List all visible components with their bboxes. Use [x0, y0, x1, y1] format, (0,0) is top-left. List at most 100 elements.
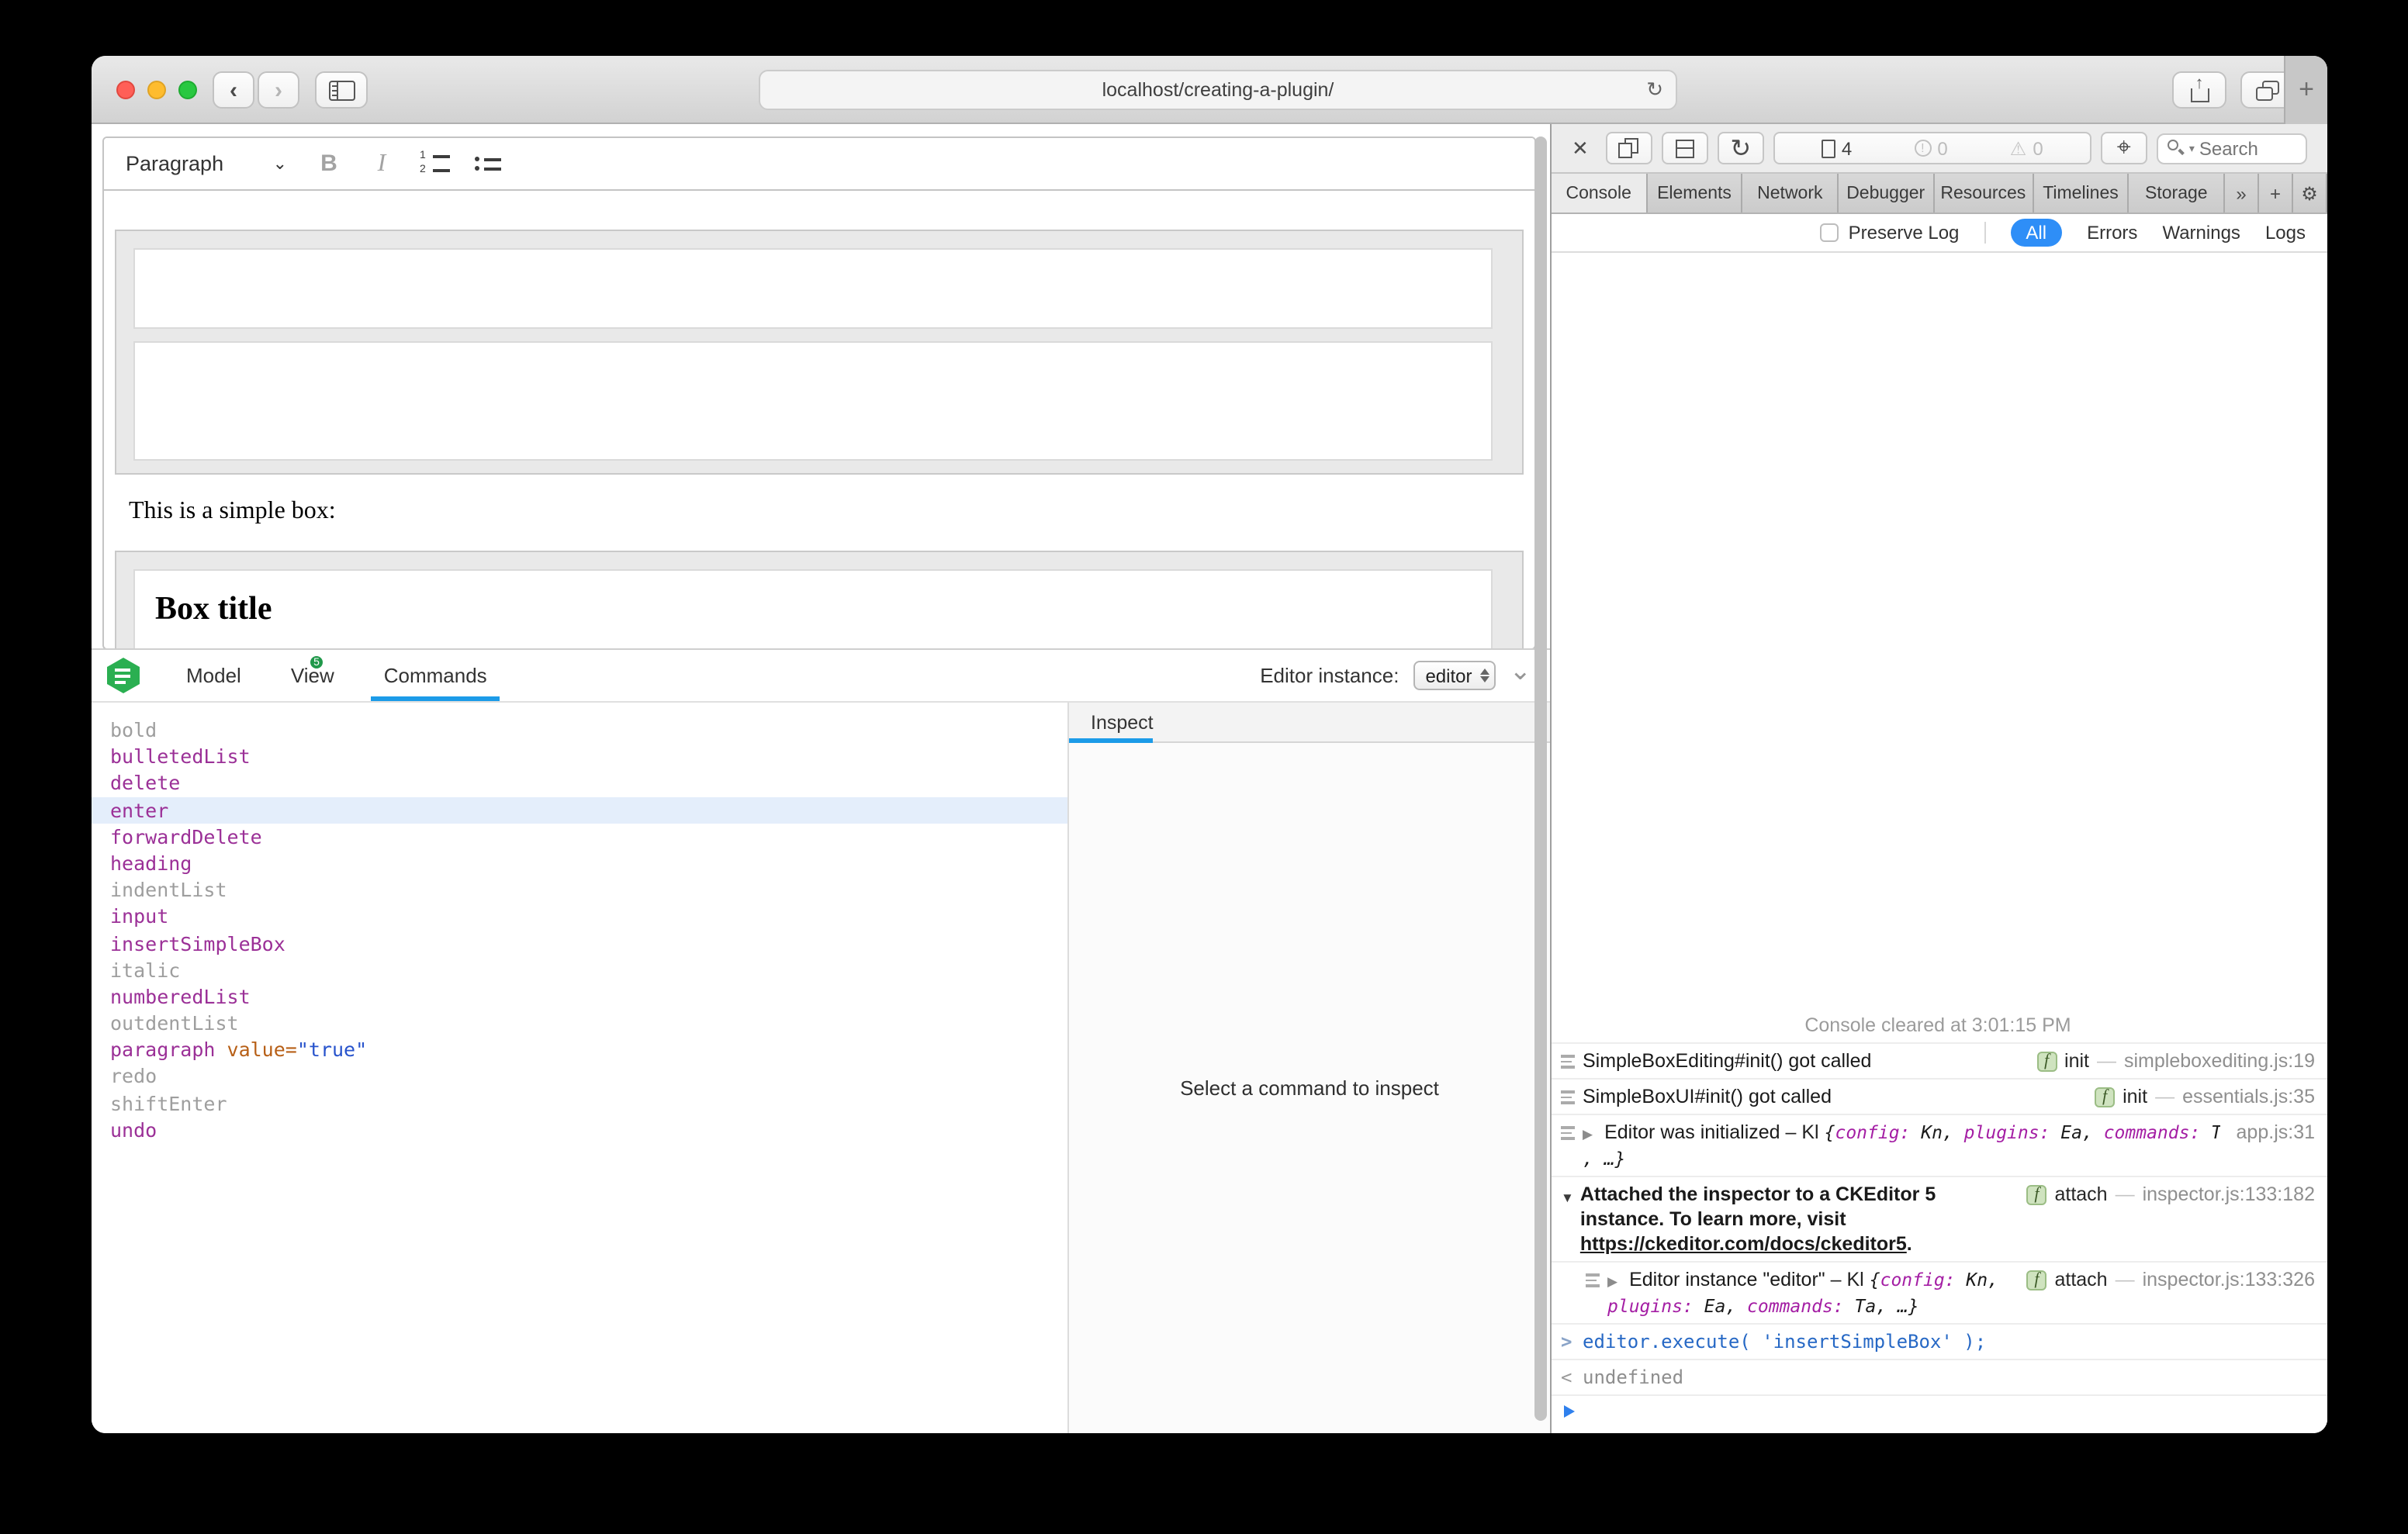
tab-overview-icon — [2256, 80, 2279, 100]
heading-dropdown[interactable]: Paragraph ⌄ — [104, 138, 303, 189]
editor-instance-select[interactable]: editor — [1413, 661, 1495, 690]
box-title-text[interactable]: Box title — [135, 571, 1491, 628]
dock-inspector-button[interactable] — [1662, 132, 1708, 164]
source-location-link[interactable]: inspector.js:133:182 — [2143, 1182, 2315, 1207]
error-icon: ! — [1914, 140, 1931, 157]
address-bar: ↻ — [759, 70, 1677, 110]
tab-elements[interactable]: Elements — [1647, 174, 1742, 212]
warning-count[interactable]: ⚠ 0 — [2010, 137, 2043, 159]
italic-icon: I — [378, 150, 386, 178]
function-badge-icon: f — [2036, 1051, 2057, 1071]
filter-all[interactable]: All — [2010, 219, 2062, 247]
element-picker-button[interactable]: ⌖ — [2101, 132, 2147, 164]
command-item-numberedList[interactable]: numberedList — [92, 983, 1067, 1010]
log-icon — [1561, 1049, 1583, 1071]
tab-timelines[interactable]: Timelines — [2033, 174, 2129, 212]
command-item-indentList[interactable]: indentList — [92, 876, 1067, 903]
source-location-link[interactable]: simpleboxediting.js:19 — [2124, 1049, 2315, 1073]
bold-button[interactable]: B — [303, 138, 355, 189]
command-item-shiftEnter[interactable]: shiftEnter — [92, 1090, 1067, 1116]
sidebar-toggle-button[interactable] — [315, 71, 368, 109]
simple-box-description-field[interactable] — [133, 341, 1493, 461]
tab-commands[interactable]: Commands — [359, 650, 512, 701]
command-item-insertSimpleBox[interactable]: insertSimpleBox — [92, 930, 1067, 956]
error-count[interactable]: ! 0 — [1914, 137, 1947, 159]
source-location-link[interactable]: app.js:31 — [2237, 1120, 2315, 1145]
forward-button[interactable]: › — [258, 71, 299, 109]
command-item-undo[interactable]: undo — [92, 1117, 1067, 1143]
divider — [1984, 222, 1985, 244]
more-tabs-button[interactable]: » — [2225, 174, 2259, 212]
command-item-outdentList[interactable]: outdentList — [92, 1010, 1067, 1036]
simple-box-title-field[interactable] — [133, 248, 1493, 329]
new-tab-button[interactable]: + — [2284, 56, 2327, 124]
command-item-forwardDelete[interactable]: forwardDelete — [92, 824, 1067, 850]
prompt-arrow-icon — [1564, 1405, 1575, 1418]
log-text: Editor was initialized — [1604, 1121, 1780, 1143]
simple-box-widget-selected[interactable] — [115, 230, 1524, 475]
back-button[interactable]: ‹ — [213, 71, 254, 109]
bulleted-list-button[interactable] — [461, 138, 514, 189]
disclosure-triangle-icon[interactable]: ▼ — [1561, 1182, 1580, 1210]
console-input-echo-row: > editor.execute( 'insertSimpleBox' ); — [1552, 1325, 2327, 1360]
address-input[interactable] — [760, 71, 1676, 109]
close-window-button[interactable] — [116, 81, 135, 99]
ckeditor-docs-link[interactable]: https://ckeditor.com/docs/ckeditor5 — [1580, 1233, 1907, 1255]
command-item-redo[interactable]: redo — [92, 1063, 1067, 1090]
command-item-italic[interactable]: italic — [92, 956, 1067, 983]
source-location-link[interactable]: essentials.js:35 — [2182, 1084, 2315, 1109]
collapse-panel-button[interactable]: ⌄ — [1510, 663, 1532, 679]
tab-console[interactable]: Console — [1552, 174, 1647, 212]
source-location-link[interactable]: inspector.js:133:326 — [2143, 1267, 2315, 1292]
settings-tab-button[interactable]: ⚙ — [2293, 174, 2327, 212]
resource-count[interactable]: 4 — [1822, 137, 1852, 159]
reload-page-button[interactable]: ↻ — [1718, 132, 1764, 164]
filter-warnings[interactable]: Warnings — [2162, 222, 2240, 244]
command-item-bulletedList[interactable]: bulletedList — [92, 743, 1067, 769]
log-text: Attached the inspector to a CKEditor 5 i… — [1580, 1183, 1936, 1230]
detach-inspector-button[interactable] — [1606, 132, 1652, 164]
command-item-bold[interactable]: bold — [92, 717, 1067, 743]
command-item-paragraph[interactable]: paragraph value="true" — [92, 1037, 1067, 1063]
reload-icon[interactable]: ↻ — [1646, 78, 1663, 102]
filter-logs[interactable]: Logs — [2265, 222, 2306, 244]
console-prompt[interactable] — [1552, 1396, 2327, 1433]
disclosure-triangle-icon[interactable]: ▶ — [1607, 1270, 1624, 1289]
tab-inspect[interactable]: Inspect — [1069, 703, 1175, 741]
tab-resources[interactable]: Resources — [1934, 174, 2033, 212]
preserve-log-checkbox[interactable] — [1821, 223, 1839, 242]
italic-button[interactable]: I — [355, 138, 408, 189]
error-count-value: 0 — [1937, 137, 1947, 159]
preserve-log-label: Preserve Log — [1849, 222, 1960, 244]
add-tab-button[interactable]: + — [2259, 174, 2293, 212]
command-item-enter[interactable]: enter — [92, 796, 1067, 823]
filter-errors[interactable]: Errors — [2087, 222, 2137, 244]
page-scrollbar[interactable] — [1534, 136, 1547, 1421]
simple-box-title-field[interactable]: Box title — [133, 569, 1493, 650]
command-item-input[interactable]: input — [92, 903, 1067, 930]
simple-box-widget[interactable]: Box title — [115, 551, 1524, 650]
zoom-window-button[interactable] — [178, 81, 197, 99]
minimize-window-button[interactable] — [147, 81, 166, 99]
tab-storage[interactable]: Storage — [2129, 174, 2225, 212]
inspector-search-field: ▾ — [2157, 133, 2307, 164]
search-input[interactable] — [2199, 137, 2285, 159]
command-item-heading[interactable]: heading — [92, 850, 1067, 876]
function-badge-icon: f — [2026, 1270, 2046, 1290]
tab-debugger[interactable]: Debugger — [1839, 174, 1934, 212]
numbered-list-button[interactable]: 1 2 — [408, 138, 461, 189]
disclosure-triangle-icon[interactable]: ▶ — [1583, 1123, 1599, 1142]
share-button[interactable]: ↑ — [2172, 71, 2226, 109]
tab-model[interactable]: Model — [161, 650, 266, 701]
tab-network[interactable]: Network — [1743, 174, 1839, 212]
command-item-delete[interactable]: delete — [92, 770, 1067, 796]
scrollbar-thumb[interactable] — [1534, 136, 1547, 1421]
editor-paragraph[interactable]: This is a simple box: — [129, 498, 336, 526]
close-inspector-button[interactable]: ✕ — [1564, 136, 1597, 161]
search-options-chevron-icon: ▾ — [2189, 142, 2195, 154]
command-attr-name: value= — [227, 1038, 297, 1062]
inspect-pane: Inspect Select a command to inspect — [1067, 703, 1550, 1433]
console-log-row: ▶ Editor was initialized – Kl {config: K… — [1552, 1115, 2327, 1177]
console-log-row: ▼ Attached the inspector to a CKEditor 5… — [1552, 1177, 2327, 1263]
console-log-row: ▶ Editor instance "editor" – Kl {config:… — [1552, 1263, 2327, 1325]
